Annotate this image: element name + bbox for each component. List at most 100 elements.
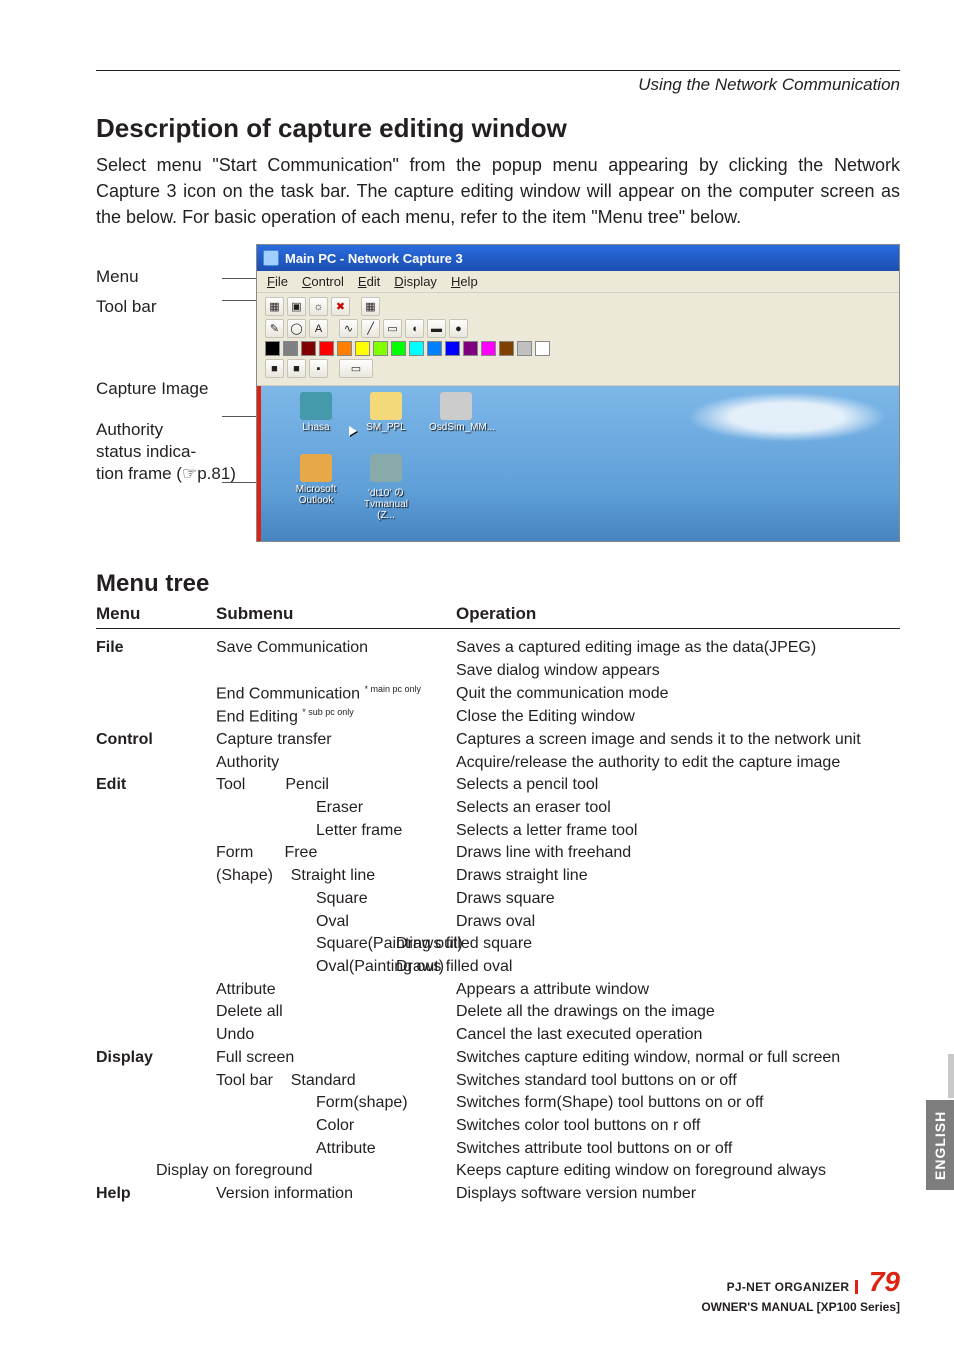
color-swatch[interactable] bbox=[517, 341, 532, 356]
tree-sub: End Editing * sub pc only bbox=[216, 706, 456, 729]
tree-op: Quit the communication mode bbox=[456, 683, 856, 706]
tree-op: Saves a captured editing image as the da… bbox=[456, 637, 856, 660]
tree-op: Draws oval bbox=[456, 911, 856, 934]
menubar: File Control Edit Display Help bbox=[257, 271, 899, 293]
desktop-icon[interactable]: 'dt10' の Tvmanual (Z... bbox=[359, 454, 413, 521]
tree-sub: Tool Pencil bbox=[216, 774, 456, 797]
color-swatch[interactable] bbox=[463, 341, 478, 356]
menu-help[interactable]: Help bbox=[451, 274, 478, 289]
col-submenu: Submenu bbox=[216, 604, 456, 624]
tree-sub: Form Free bbox=[216, 842, 456, 865]
tree-sub: Oval bbox=[216, 911, 456, 934]
tree-sub: Delete all bbox=[216, 1001, 456, 1024]
side-accent bbox=[948, 1054, 954, 1098]
color-swatch[interactable] bbox=[409, 341, 424, 356]
menu-edit[interactable]: Edit bbox=[358, 274, 380, 289]
tree-sub: Eraser bbox=[216, 797, 456, 820]
tree-op: Close the Editing window bbox=[456, 706, 856, 729]
tree-op: Switches color tool buttons on r off bbox=[456, 1115, 856, 1138]
tree-op: Draws square bbox=[456, 888, 856, 911]
color-swatch[interactable] bbox=[445, 341, 460, 356]
language-tab: ENGLISH bbox=[926, 1100, 954, 1190]
screenshot-callouts: Menu Tool bar Capture Image Authority st… bbox=[96, 244, 256, 542]
tree-op: Switches attribute tool buttons on or of… bbox=[456, 1138, 856, 1161]
color-swatch[interactable] bbox=[391, 341, 406, 356]
tree-sub: Square bbox=[216, 888, 456, 911]
callout-authority: Authority status indica- tion frame (☞p.… bbox=[96, 419, 256, 485]
color-swatch[interactable] bbox=[319, 341, 334, 356]
tree-sub: Color bbox=[216, 1115, 456, 1138]
tree-sub: Undo bbox=[216, 1024, 456, 1047]
tree-op: Draws straight line bbox=[456, 865, 856, 888]
col-operation: Operation bbox=[456, 604, 900, 624]
menu-tree: FileSave CommunicationSaves a captured e… bbox=[96, 637, 900, 1206]
tb-close-icon[interactable]: ✖ bbox=[331, 297, 350, 316]
tree-sub: Attribute bbox=[216, 979, 456, 1002]
tb-config-icon[interactable]: ☼ bbox=[309, 297, 328, 316]
tb-open-icon[interactable]: ▣ bbox=[287, 297, 306, 316]
tb-save-icon[interactable]: ▦ bbox=[265, 297, 284, 316]
color-swatch[interactable] bbox=[337, 341, 352, 356]
tree-op: Displays software version number bbox=[456, 1183, 856, 1206]
section-heading-description: Description of capture editing window bbox=[96, 113, 900, 144]
screenshot-figure: Menu Tool bar Capture Image Authority st… bbox=[96, 244, 900, 542]
tb-preview-icon[interactable]: ▭ bbox=[339, 359, 373, 378]
desktop-icon[interactable]: OsdSim_MM... bbox=[429, 392, 483, 433]
tb-pencil-icon[interactable]: ✎ bbox=[265, 319, 284, 338]
tb-freehand-icon[interactable]: ∿ bbox=[339, 319, 358, 338]
menu-control[interactable]: Control bbox=[302, 274, 344, 289]
desktop-icon[interactable]: Lhasa bbox=[289, 392, 343, 433]
menu-file[interactable]: File bbox=[267, 274, 288, 289]
tb-size-small-icon[interactable]: ▪ bbox=[309, 359, 328, 378]
tree-op: Switches capture editing window, normal … bbox=[456, 1047, 856, 1070]
tb-rect-icon[interactable]: ▭ bbox=[383, 319, 402, 338]
desktop-icon[interactable]: SM_PPL bbox=[359, 392, 413, 433]
tree-op: Selects a letter frame tool bbox=[456, 820, 856, 843]
color-swatch[interactable] bbox=[499, 341, 514, 356]
cursor-icon bbox=[349, 426, 357, 436]
color-swatch[interactable] bbox=[427, 341, 442, 356]
tb-fillrect-icon[interactable]: ▬ bbox=[427, 319, 446, 338]
screenshot-window: Main PC - Network Capture 3 File Control… bbox=[256, 244, 900, 542]
tree-op: Switches form(Shape) tool buttons on or … bbox=[456, 1092, 856, 1115]
color-swatch[interactable] bbox=[283, 341, 298, 356]
tree-sub: Full screen bbox=[216, 1047, 456, 1070]
color-swatch[interactable] bbox=[373, 341, 388, 356]
tb-oval-icon[interactable]: ◯ bbox=[287, 319, 306, 338]
tree-menu-control: Control bbox=[96, 729, 216, 752]
footer-owner: OWNER'S MANUAL [XP100 Series] bbox=[701, 1300, 900, 1314]
tree-menu-file: File bbox=[96, 637, 216, 660]
tree-op: Acquire/release the authority to edit th… bbox=[456, 752, 856, 775]
tb-grid-icon[interactable]: ▦ bbox=[361, 297, 380, 316]
color-swatch[interactable] bbox=[301, 341, 316, 356]
tree-sub: Version information bbox=[216, 1183, 456, 1206]
tree-sub: Capture transfer bbox=[216, 729, 456, 752]
tree-sub: End Communication * main pc only bbox=[216, 683, 456, 706]
tree-sub: Form(shape) bbox=[216, 1092, 456, 1115]
color-swatch[interactable] bbox=[535, 341, 550, 356]
tb-filloval-icon[interactable]: ● bbox=[449, 319, 468, 338]
page-number: 79 bbox=[869, 1266, 900, 1297]
color-swatch[interactable] bbox=[481, 341, 496, 356]
tree-menu-edit: Edit bbox=[96, 774, 216, 797]
tree-op: Keeps capture editing window on foregrou… bbox=[456, 1160, 856, 1183]
toolbar: ▦ ▣ ☼ ✖ ▦ ✎ ◯ A ∿ ╱ ▭ ◖ ▬ ● bbox=[257, 293, 899, 386]
color-swatch[interactable] bbox=[265, 341, 280, 356]
menu-display[interactable]: Display bbox=[394, 274, 437, 289]
desktop-icon[interactable]: Microsoft Outlook bbox=[289, 454, 343, 506]
tb-size-large-icon[interactable]: ■ bbox=[265, 359, 284, 378]
window-title: Main PC - Network Capture 3 bbox=[285, 251, 463, 266]
section-heading-menutree: Menu tree bbox=[96, 570, 900, 598]
running-head: Using the Network Communication bbox=[96, 75, 900, 95]
tree-op: Draws line with freehand bbox=[456, 842, 856, 865]
tb-roundrect-icon[interactable]: ◖ bbox=[405, 319, 424, 338]
color-swatch[interactable] bbox=[355, 341, 370, 356]
tb-text-icon[interactable]: A bbox=[309, 319, 328, 338]
tree-menu-help: Help bbox=[96, 1183, 216, 1206]
tree-op: Switches standard tool buttons on or off bbox=[456, 1070, 856, 1093]
tree-op: Save dialog window appears bbox=[456, 660, 856, 683]
tb-line-icon[interactable]: ╱ bbox=[361, 319, 380, 338]
window-titlebar: Main PC - Network Capture 3 bbox=[257, 245, 899, 271]
tb-size-med-icon[interactable]: ■ bbox=[287, 359, 306, 378]
capture-image-area: Lhasa SM_PPL OsdSim_MM... Microsoft Outl… bbox=[257, 386, 899, 542]
